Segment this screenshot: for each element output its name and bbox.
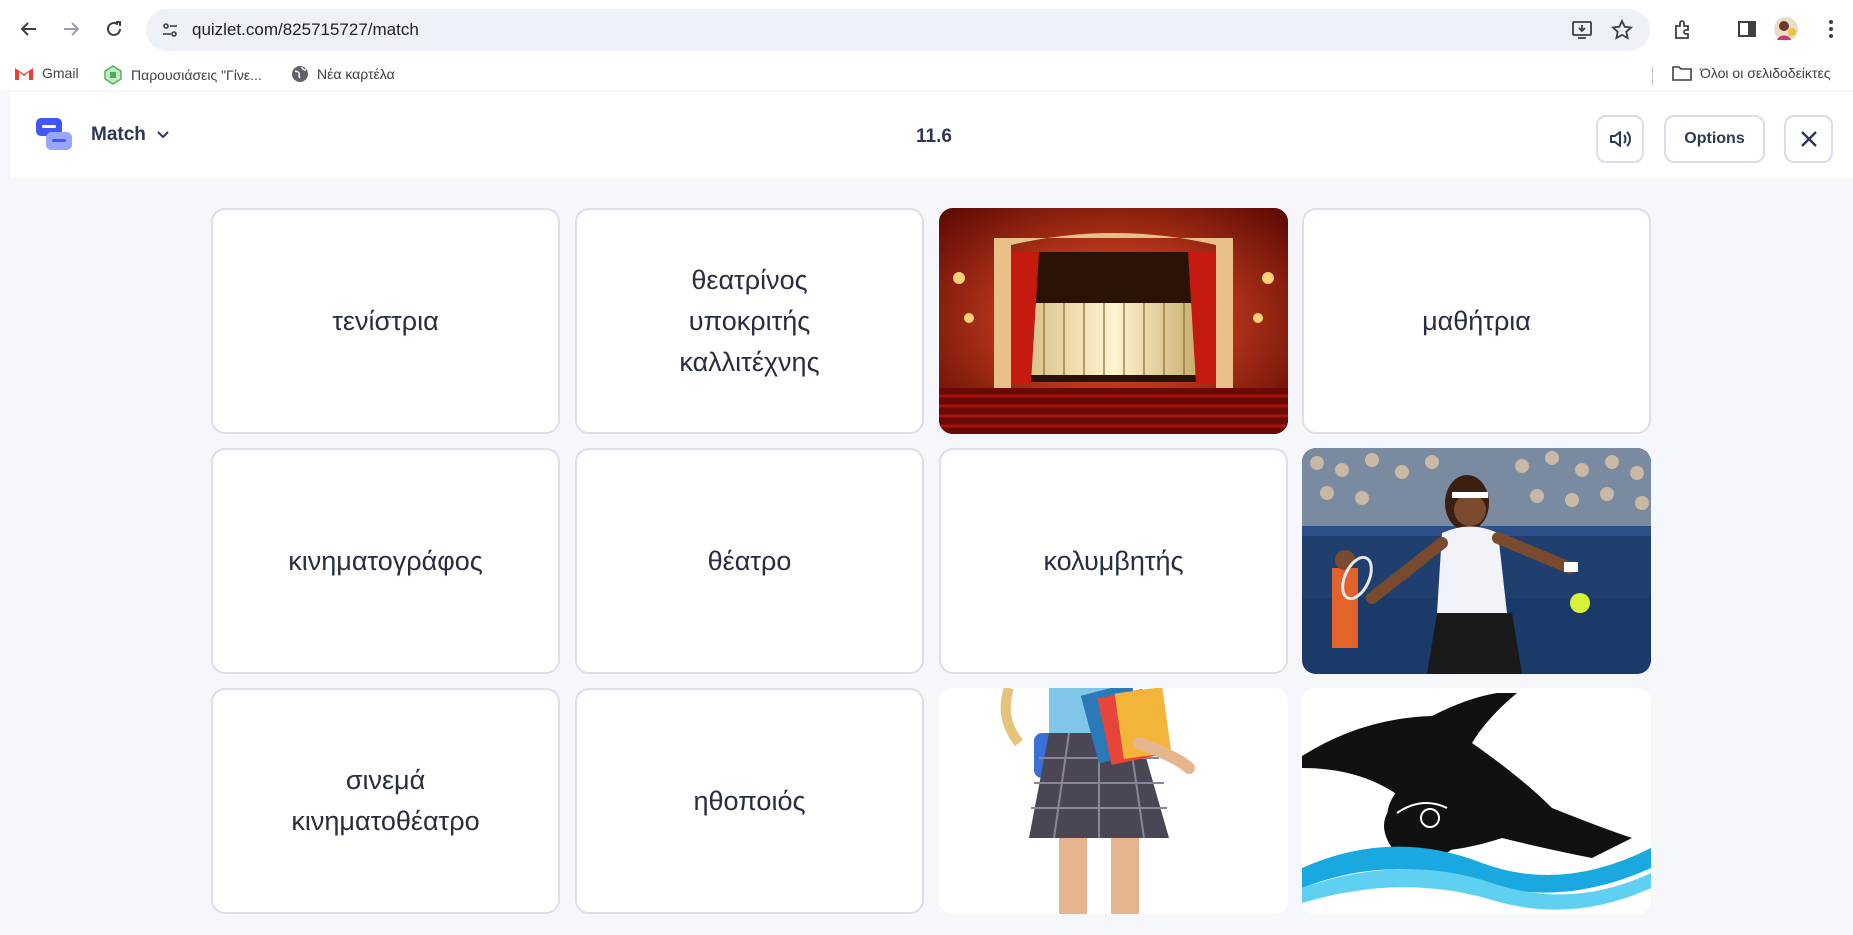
url-text[interactable]: quizlet.com/825715727/match	[192, 20, 419, 40]
extensions-icon[interactable]	[1668, 14, 1698, 44]
match-card-cinema-synonyms[interactable]: σινεμά κινηματοθέατρο	[211, 688, 560, 914]
mode-label: Match	[91, 124, 146, 145]
match-card-swimmer-word[interactable]: κολυμβητής	[939, 448, 1288, 674]
arrow-left-icon	[20, 22, 36, 36]
browser-menu-icon[interactable]	[1816, 14, 1846, 44]
browser-toolbar: quizlet.com/825715727/match	[0, 0, 1853, 60]
match-card-schoolgirl-image[interactable]	[939, 688, 1288, 914]
close-icon	[1800, 131, 1817, 147]
swimmer-image	[1302, 688, 1651, 914]
site-info-icon[interactable]	[158, 18, 182, 42]
speaker-icon	[1610, 131, 1631, 147]
theater-stage-image	[939, 208, 1288, 434]
options-button[interactable]: Options	[1664, 115, 1765, 163]
timer: 11.6	[916, 126, 952, 147]
reload-button[interactable]	[97, 12, 131, 46]
bookmarks-divider	[1652, 67, 1653, 85]
bookmarks-bar: Gmail Παρουσιάσεις "Γίνε... Νέα καρτέλα …	[0, 60, 1853, 90]
globe-icon	[292, 66, 308, 82]
slides-icon	[104, 65, 122, 85]
all-bookmarks[interactable]: Όλοι οι σελιδοδείκτες	[1672, 65, 1830, 81]
schoolgirl-books-image	[939, 688, 1288, 914]
profile-avatar[interactable]	[1771, 14, 1801, 44]
match-card-tennis-image[interactable]	[1302, 448, 1651, 674]
close-button[interactable]	[1784, 115, 1833, 163]
match-card-tennis-player-word[interactable]: τενίστρια	[211, 208, 560, 434]
address-bar[interactable]: quizlet.com/825715727/match	[146, 9, 1650, 51]
mode-selector[interactable]: Match	[91, 124, 170, 146]
install-app-icon[interactable]	[1570, 18, 1594, 42]
match-card-theater-image[interactable]	[939, 208, 1288, 434]
app-header: Match 11.6 Options	[10, 92, 1853, 178]
quizlet-match-logo-icon[interactable]	[34, 116, 74, 152]
reload-icon	[107, 21, 121, 36]
match-card-swimmer-image[interactable]	[1302, 688, 1651, 914]
chevron-down-icon	[157, 131, 169, 139]
bookmark-new-tab[interactable]: Νέα καρτέλα	[291, 65, 395, 83]
forward-button[interactable]	[54, 12, 88, 46]
bookmark-star-icon[interactable]	[1610, 18, 1634, 42]
back-button[interactable]	[12, 12, 46, 46]
arrow-right-icon	[64, 22, 80, 36]
sound-button[interactable]	[1596, 115, 1644, 163]
gmail-icon	[15, 68, 33, 80]
match-card-cinema-word[interactable]: κινηματογράφος	[211, 448, 560, 674]
tennis-player-image	[1302, 448, 1651, 674]
side-panel-icon[interactable]	[1732, 14, 1762, 44]
match-card-schoolgirl-word[interactable]: μαθήτρια	[1302, 208, 1651, 434]
bookmark-gmail[interactable]: Gmail	[14, 65, 79, 81]
match-card-actor-synonyms[interactable]: θεατρίνος υποκριτής καλλιτέχνης	[575, 208, 924, 434]
match-card-theater-word[interactable]: θέατρο	[575, 448, 924, 674]
bookmark-presentations[interactable]: Παρουσιάσεις "Γίνε...	[103, 65, 262, 85]
folder-icon	[1672, 66, 1692, 81]
match-card-actor-word[interactable]: ηθοποιός	[575, 688, 924, 914]
